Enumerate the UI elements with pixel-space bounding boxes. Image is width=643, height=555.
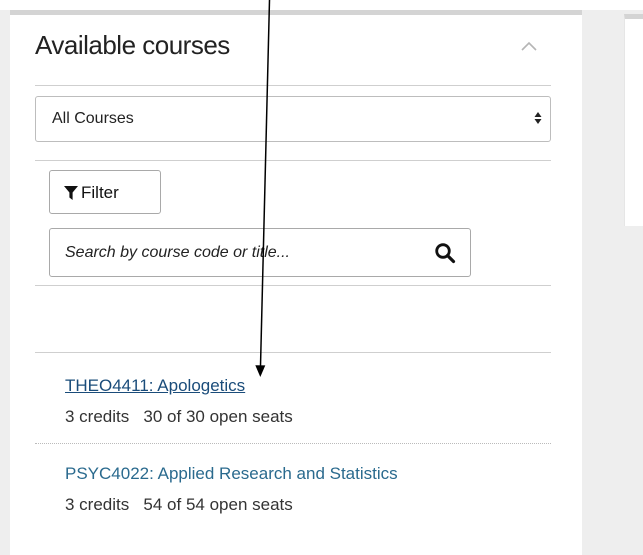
course-meta: 3 credits 54 of 54 open seats xyxy=(65,493,425,516)
course-title-link[interactable]: THEO4411: Apologetics xyxy=(65,374,425,397)
header-divider xyxy=(35,85,551,86)
course-open-seats: 30 of 30 open seats xyxy=(143,407,293,426)
select-divider xyxy=(35,160,551,161)
course-credits: 3 credits xyxy=(65,495,130,514)
course-list-divider xyxy=(35,443,551,444)
results-divider xyxy=(35,352,551,353)
course-filter-selected-value: All Courses xyxy=(52,110,134,127)
chevron-up-icon[interactable] xyxy=(518,35,540,57)
filter-button-label: Filter xyxy=(81,183,119,202)
course-filter-select[interactable]: All Courses xyxy=(35,96,551,142)
funnel-icon xyxy=(64,186,78,200)
search-divider xyxy=(35,285,551,286)
course-open-seats: 54 of 54 open seats xyxy=(143,495,293,514)
right-panel-card xyxy=(624,14,643,226)
sort-caret-icon xyxy=(534,112,542,124)
page-top-margin xyxy=(0,0,643,10)
course-meta: 3 credits 30 of 30 open seats xyxy=(65,405,425,428)
panel-title: Available courses xyxy=(35,30,230,60)
search-box xyxy=(49,228,471,277)
course-title-link[interactable]: PSYC4022: Applied Research and Statistic… xyxy=(65,462,425,485)
filter-button[interactable]: Filter xyxy=(49,170,161,214)
left-gutter xyxy=(0,10,10,555)
course-credits: 3 credits xyxy=(65,407,130,426)
course-list-item: PSYC4022: Applied Research and Statistic… xyxy=(65,462,425,516)
search-input[interactable] xyxy=(51,230,411,275)
search-icon[interactable] xyxy=(434,242,456,264)
course-list-item: THEO4411: Apologetics 3 credits 30 of 30… xyxy=(65,374,425,428)
